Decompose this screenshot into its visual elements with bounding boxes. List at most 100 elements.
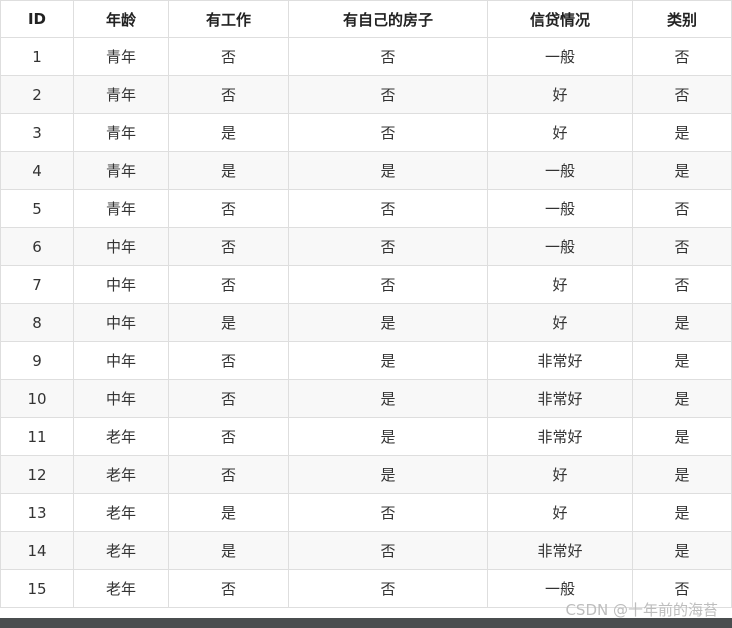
cell-age: 中年	[73, 303, 169, 342]
cell-has-job: 否	[168, 227, 289, 266]
cell-age: 青年	[73, 151, 169, 190]
cell-own-house: 否	[288, 227, 488, 266]
cell-credit: 一般	[487, 37, 633, 76]
cell-age: 青年	[73, 113, 169, 152]
cell-has-job: 否	[168, 265, 289, 304]
cell-has-job: 是	[168, 493, 289, 532]
cell-class: 是	[632, 493, 732, 532]
cell-class: 是	[632, 303, 732, 342]
cell-class: 是	[632, 113, 732, 152]
cell-id: 13	[0, 493, 74, 532]
cell-has-job: 是	[168, 303, 289, 342]
cell-credit: 一般	[487, 227, 633, 266]
cell-credit: 好	[487, 75, 633, 114]
cell-credit: 好	[487, 303, 633, 342]
cell-has-job: 是	[168, 113, 289, 152]
table-body: 1 青年否否一般否 2 青年否否好否 3 青年是否好是 4 青年是是一般是 5 青年否否一般否 6 中…	[0, 37, 732, 608]
cell-own-house: 否	[288, 75, 488, 114]
cell-id: 7	[0, 265, 74, 304]
cell-class: 是	[632, 151, 732, 190]
column-header-own-house: 有自己的房子	[288, 0, 488, 38]
cell-has-job: 是	[168, 531, 289, 570]
cell-id: 5	[0, 189, 74, 228]
cell-id: 12	[0, 455, 74, 494]
table-row: 7 中年否否好否	[0, 265, 732, 304]
cell-has-job: 否	[168, 379, 289, 418]
cell-id: 9	[0, 341, 74, 380]
table-row: 5 青年否否一般否	[0, 189, 732, 228]
cell-age: 老年	[73, 531, 169, 570]
cell-has-job: 否	[168, 75, 289, 114]
table-row: 8 中年是是好是	[0, 303, 732, 342]
cell-age: 青年	[73, 37, 169, 76]
cell-own-house: 是	[288, 455, 488, 494]
cell-own-house: 否	[288, 569, 488, 608]
table-row: 10 中年否是非常好是	[0, 379, 732, 418]
cell-has-job: 是	[168, 151, 289, 190]
table-row: 3 青年是否好是	[0, 113, 732, 152]
cell-class: 否	[632, 37, 732, 76]
page: ID 年龄 有工作 有自己的房子 信贷情况 类别 1 青年否否一般否 2 青年否否好否…	[0, 0, 732, 628]
cell-credit: 非常好	[487, 379, 633, 418]
cell-age: 青年	[73, 75, 169, 114]
cell-own-house: 是	[288, 151, 488, 190]
cell-class: 是	[632, 531, 732, 570]
cell-id: 4	[0, 151, 74, 190]
cell-class: 否	[632, 189, 732, 228]
cell-own-house: 否	[288, 113, 488, 152]
watermark: CSDN @十年前的海苔	[565, 601, 718, 619]
loan-data-table: ID 年龄 有工作 有自己的房子 信贷情况 类别 1 青年否否一般否 2 青年否否好否…	[0, 0, 732, 608]
cell-credit: 非常好	[487, 341, 633, 380]
cell-class: 是	[632, 341, 732, 380]
cell-has-job: 否	[168, 455, 289, 494]
cell-credit: 一般	[487, 151, 633, 190]
cell-credit: 好	[487, 493, 633, 532]
cell-own-house: 否	[288, 531, 488, 570]
bottom-bar	[0, 618, 732, 628]
cell-id: 11	[0, 417, 74, 456]
table-row: 1 青年否否一般否	[0, 37, 732, 76]
cell-has-job: 否	[168, 341, 289, 380]
cell-age: 青年	[73, 189, 169, 228]
cell-own-house: 否	[288, 189, 488, 228]
column-header-id: ID	[0, 0, 74, 38]
cell-id: 14	[0, 531, 74, 570]
cell-age: 老年	[73, 493, 169, 532]
cell-age: 中年	[73, 265, 169, 304]
cell-own-house: 是	[288, 303, 488, 342]
table-row: 12 老年否是好是	[0, 455, 732, 494]
column-header-has-job: 有工作	[168, 0, 289, 38]
cell-credit: 好	[487, 455, 633, 494]
cell-own-house: 否	[288, 493, 488, 532]
cell-own-house: 是	[288, 417, 488, 456]
cell-credit: 非常好	[487, 531, 633, 570]
cell-id: 15	[0, 569, 74, 608]
cell-id: 1	[0, 37, 74, 76]
column-header-class: 类别	[632, 0, 732, 38]
table-row: 14 老年是否非常好是	[0, 531, 732, 570]
cell-credit: 非常好	[487, 417, 633, 456]
cell-age: 老年	[73, 417, 169, 456]
table-row: 2 青年否否好否	[0, 75, 732, 114]
cell-credit: 一般	[487, 189, 633, 228]
cell-id: 6	[0, 227, 74, 266]
table-row: 9 中年否是非常好是	[0, 341, 732, 380]
table-row: 6 中年否否一般否	[0, 227, 732, 266]
cell-class: 是	[632, 455, 732, 494]
cell-own-house: 否	[288, 37, 488, 76]
table-row: 4 青年是是一般是	[0, 151, 732, 190]
cell-credit: 好	[487, 265, 633, 304]
column-header-credit: 信贷情况	[487, 0, 633, 38]
cell-age: 中年	[73, 227, 169, 266]
cell-own-house: 是	[288, 341, 488, 380]
cell-id: 8	[0, 303, 74, 342]
cell-age: 老年	[73, 569, 169, 608]
table-row: 13 老年是否好是	[0, 493, 732, 532]
cell-class: 否	[632, 75, 732, 114]
cell-credit: 好	[487, 113, 633, 152]
cell-age: 中年	[73, 341, 169, 380]
cell-has-job: 否	[168, 417, 289, 456]
cell-class: 是	[632, 379, 732, 418]
cell-has-job: 否	[168, 569, 289, 608]
cell-own-house: 否	[288, 265, 488, 304]
